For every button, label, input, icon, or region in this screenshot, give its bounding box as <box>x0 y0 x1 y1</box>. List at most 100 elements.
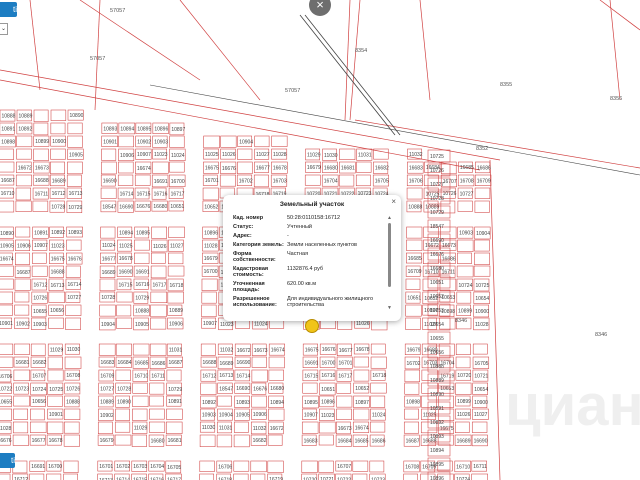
parcel-number-label: 10900 <box>52 139 66 145</box>
parcel-outline <box>150 265 167 279</box>
parcel-number-label: 10888 <box>408 204 422 210</box>
map-bottom-button[interactable]: ti <box>0 453 15 468</box>
parcel-outline <box>47 356 63 370</box>
info-key: Статус: <box>233 224 254 230</box>
parcel-outline <box>237 161 253 175</box>
parcel-number-label: 16678 <box>356 347 370 353</box>
parcel-number-label: 16677 <box>256 165 270 171</box>
parcel-number-label: 16674 <box>137 166 151 172</box>
parcel-number-label: 10888 <box>2 114 16 120</box>
parcel-outline <box>132 343 150 356</box>
scroll-down-icon[interactable]: ▼ <box>387 305 392 311</box>
parcel-outline <box>15 187 32 201</box>
parcel-number-label: 10892 <box>18 126 32 132</box>
parcel-number-label: 10721 <box>474 374 488 380</box>
parcel-number-label: 16685 <box>408 256 422 262</box>
parcel-outline <box>302 382 318 394</box>
parcel-number-label: 16711 <box>473 464 487 470</box>
parcel-number-label: 10889 <box>430 378 444 384</box>
parcel-number-label: 16676 <box>322 347 336 353</box>
parcel-marker-icon[interactable] <box>305 319 319 333</box>
parcel-number-label: 10903 <box>202 413 216 419</box>
parcel-outline <box>233 421 249 433</box>
parcel-outline <box>64 356 82 369</box>
parcel-number-label: 16710 <box>1 191 15 197</box>
map-layer-button[interactable]: ti <box>0 2 17 17</box>
parcel-number-label: 10907 <box>203 321 217 327</box>
info-row: Разрешенное использование: Для индивидуал… <box>233 296 385 308</box>
scroll-up-icon[interactable]: ▲ <box>387 215 392 221</box>
parcel-outline <box>474 252 490 265</box>
parcel-outline <box>201 278 218 291</box>
parcel-number-label: 16678 <box>273 166 287 172</box>
parcel-number-label: 16714 <box>67 282 81 288</box>
parcel-boundary <box>179 0 261 101</box>
parcel-number-label: 11025 <box>119 244 133 250</box>
parcel-outline <box>67 135 83 148</box>
parcel-number-label: 11030 <box>202 425 216 431</box>
parcel-outline <box>404 408 419 420</box>
parcel-number-label: 16686 <box>372 439 386 445</box>
parcel-outline <box>353 356 369 368</box>
parcel-number-label: 16716 <box>321 373 335 379</box>
parcel-number-label: 10651 <box>430 280 444 286</box>
parcel-number-label: 10901 <box>49 412 63 418</box>
parcel-outline <box>251 369 268 383</box>
parcel-number-label: 16708 <box>405 464 419 470</box>
parcel-number-label: 18547 <box>102 204 116 210</box>
info-value: Для индивидуального жилищного строительс… <box>287 296 374 308</box>
popup-scrollbar[interactable] <box>388 223 391 287</box>
parcel-outline <box>0 408 13 421</box>
parcel-outline <box>149 343 167 356</box>
parcel-number-label: 11026 <box>222 152 236 158</box>
parcel-number-label: 16675 <box>205 166 219 172</box>
parcel-number-label: 10899 <box>458 308 472 314</box>
parcel-boundary <box>599 0 640 31</box>
parcel-number-label: 10896 <box>430 476 444 480</box>
parcel-number-label: 16682 <box>253 438 267 444</box>
parcel-number-label: 10728 <box>430 196 444 202</box>
parcel-outline <box>101 148 117 161</box>
popup-close-icon[interactable]: × <box>391 197 396 206</box>
parcel-outline <box>369 421 386 433</box>
parcel-number-label: 10900 <box>475 309 489 315</box>
parcel-number-label: 16703 <box>273 179 287 185</box>
parcel-boundary <box>349 0 361 121</box>
parcel-number-label: 10892 <box>202 400 216 406</box>
parcel-outline <box>151 252 166 264</box>
parcel-number-label: 16683 <box>409 166 423 172</box>
parcel-outline <box>150 304 167 318</box>
parcel-number-label: 10723 <box>15 387 29 393</box>
parcel-number-label: 10907 <box>137 152 151 158</box>
layer-select-dropdown[interactable]: ⌄ <box>0 23 8 35</box>
parcel-number-label: 11024 <box>254 321 268 327</box>
parcel-number-label: 10901 <box>0 321 13 327</box>
parcel-number-label: 16704 <box>324 179 338 185</box>
info-value: 50:28:0110158:16712 <box>287 215 341 221</box>
parcel-number-label: 16672 <box>18 165 32 171</box>
parcel-number-label: 10726 <box>430 168 444 174</box>
parcel-number-label: 10892 <box>430 420 444 426</box>
parcel-number-label: 10894 <box>119 230 133 236</box>
parcel-outline <box>403 473 418 480</box>
parcel-outline <box>65 304 82 316</box>
parcel-outline <box>101 161 117 175</box>
parcel-number-label: 10894 <box>430 448 444 454</box>
parcel-number-label: 16691 <box>154 179 168 185</box>
parcel-number-label: 16702 <box>116 464 130 470</box>
parcel-number-label: 16710 <box>456 464 470 470</box>
parcel-number-label: 10902 <box>100 413 114 419</box>
parcel-number-label: 16718 <box>372 373 386 379</box>
parcel-number-label: 16712 <box>52 191 66 197</box>
parcel-outline <box>16 135 33 148</box>
parcel-outline <box>14 278 31 291</box>
parcel-number-label: 10725 <box>49 387 63 393</box>
parcel-number-label: 10899 <box>35 139 49 145</box>
parcel-number-label: 16674 <box>0 257 14 263</box>
parcel-outline <box>50 161 65 175</box>
parcel-outline <box>14 291 30 303</box>
parcel-number-label: 16701 <box>339 361 353 367</box>
parcel-number-label: 16713 <box>50 283 64 289</box>
parcel-number-label: 10904 <box>239 139 253 145</box>
parcel-number-label: 18547 <box>430 224 444 230</box>
